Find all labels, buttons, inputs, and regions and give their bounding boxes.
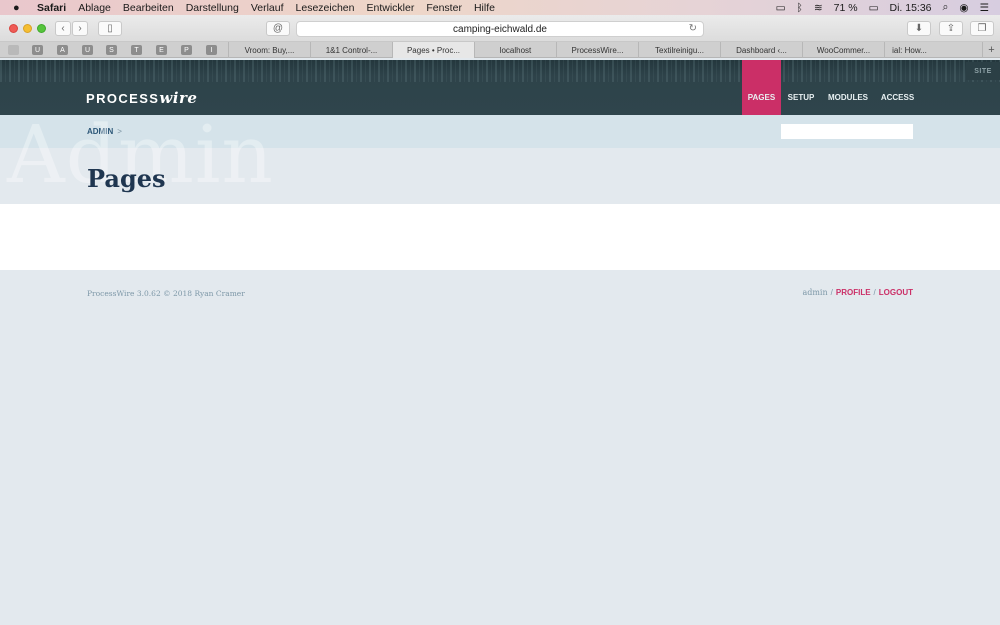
sidebar-button[interactable]: ▯ [98, 21, 122, 36]
menu-ablage[interactable]: Ablage [78, 2, 111, 14]
pinned-tab[interactable]: E [156, 45, 167, 55]
address-bar[interactable]: camping-eichwald.de ↻ [296, 21, 704, 37]
pinned-tab-icon[interactable] [8, 45, 19, 55]
admin-masthead: SITE PROCESSwire PAGES SETUP MODULES ACC… [0, 60, 1000, 115]
pinned-tab[interactable]: U [82, 45, 93, 55]
bluetooth-icon[interactable]: ᛒ [797, 2, 803, 14]
footer-user-links: admin / PROFILE / LOGOUT [802, 288, 913, 297]
wifi-icon[interactable]: ≋ [814, 2, 823, 14]
browser-tab[interactable]: Textilreinigu... [638, 42, 720, 58]
siri-icon[interactable]: ◉ [959, 2, 968, 14]
sidebar-icon: ▯ [107, 23, 113, 34]
menu-lesezeichen[interactable]: Lesezeichen [296, 2, 355, 14]
share-button[interactable]: ⇪ [939, 21, 963, 36]
menu-bar: ● Safari Ablage Bearbeiten Darstellung V… [0, 0, 1000, 15]
extension-button[interactable]: @ [266, 21, 290, 36]
close-window-button[interactable] [9, 24, 18, 33]
minimize-window-button[interactable] [23, 24, 32, 33]
plus-icon: + [988, 44, 995, 56]
browser-tab[interactable]: ProcessWire... [556, 42, 638, 58]
browser-tab[interactable]: localhost [474, 42, 556, 58]
main-content [0, 204, 1000, 270]
zoom-window-button[interactable] [37, 24, 46, 33]
notification-center-icon[interactable]: ☰ [980, 2, 989, 14]
menu-verlauf[interactable]: Verlauf [251, 2, 284, 14]
pinned-tab[interactable]: P [181, 45, 192, 55]
breadcrumb-admin[interactable]: ADMIN [87, 127, 113, 136]
pinned-tab[interactable]: S [106, 45, 117, 55]
downloads-button[interactable]: ⬇ [907, 21, 931, 36]
url-text: camping-eichwald.de [453, 23, 547, 35]
browser-tab[interactable]: Vroom: Buy,... [228, 42, 310, 58]
menu-safari[interactable]: Safari [37, 2, 66, 14]
share-icon: ⇪ [946, 23, 956, 34]
new-tab-button[interactable]: + [982, 42, 1000, 58]
nav-setup[interactable]: SETUP [781, 60, 821, 115]
tabs-icon: ❐ [977, 23, 987, 34]
battery-percent[interactable]: 71 % [834, 2, 858, 14]
reload-icon[interactable]: ↻ [689, 23, 697, 34]
at-sign-icon: @ [272, 23, 284, 34]
browser-tab-active[interactable]: Pages • Proc... [392, 42, 474, 58]
menu-fenster[interactable]: Fenster [426, 2, 462, 14]
chevron-left-icon: ‹ [61, 23, 65, 34]
battery-icon[interactable]: ▭ [869, 2, 879, 14]
processwire-logo[interactable]: PROCESSwire [86, 89, 197, 107]
menu-darstellung[interactable]: Darstellung [186, 2, 239, 14]
breadcrumb-separator: > [117, 127, 122, 136]
pinned-tab[interactable]: I [206, 45, 217, 55]
pinned-tab[interactable]: A [57, 45, 68, 55]
separator: / [830, 288, 833, 297]
pinned-tab[interactable]: T [131, 45, 142, 55]
menu-bearbeiten[interactable]: Bearbeiten [123, 2, 174, 14]
logo-wire: wire [159, 89, 198, 107]
browser-tab[interactable]: ial: How... [884, 42, 934, 58]
breadcrumb: ADMIN > [87, 127, 122, 136]
footer-copyright: ProcessWire 3.0.62 © 2018 Ryan Cramer [87, 289, 245, 298]
back-button[interactable]: ‹ [55, 21, 71, 36]
nav-modules[interactable]: MODULES [823, 60, 873, 115]
status-area: ▭ ᛒ ≋ 71 % ▭ Di. 15:36 ⌕ ◉ ☰ [776, 0, 1000, 15]
menu-hilfe[interactable]: Hilfe [474, 2, 495, 14]
search-input[interactable] [781, 124, 913, 139]
browser-tab[interactable]: Dashboard ‹... [720, 42, 802, 58]
apple-menu-icon[interactable]: ● [13, 2, 27, 14]
menu-entwickler[interactable]: Entwickler [366, 2, 414, 14]
tab-bar: U A U S T E P I Vroom: Buy,... 1&1 Contr… [0, 42, 1000, 58]
browser-tab[interactable]: WooCommer... [802, 42, 884, 58]
clock[interactable]: Di. 15:36 [889, 2, 931, 14]
chevron-right-icon: › [78, 23, 82, 34]
logout-link[interactable]: LOGOUT [879, 288, 913, 297]
display-icon[interactable]: ▭ [776, 2, 786, 14]
nav-access[interactable]: ACCESS [875, 60, 920, 115]
page-title: Pages [87, 164, 166, 193]
browser-tab[interactable]: 1&1 Control-... [310, 42, 392, 58]
spotlight-icon[interactable]: ⌕ [943, 1, 949, 14]
download-icon: ⬇ [914, 23, 924, 34]
browser-toolbar: ‹ › ▯ @ camping-eichwald.de ↻ ⬇ ⇪ ❐ [0, 15, 1000, 42]
forward-button[interactable]: › [72, 21, 88, 36]
profile-link[interactable]: PROFILE [836, 288, 871, 297]
tab-overview-button[interactable]: ❐ [970, 21, 994, 36]
logo-process: PROCESS [86, 91, 160, 106]
breadcrumb-bar: ADMIN > [0, 115, 1000, 148]
site-label[interactable]: SITE [966, 62, 1000, 80]
footer-username: admin [802, 288, 828, 297]
nav-pages[interactable]: PAGES [742, 60, 781, 115]
separator: / [873, 288, 876, 297]
pinned-tab[interactable]: U [32, 45, 43, 55]
